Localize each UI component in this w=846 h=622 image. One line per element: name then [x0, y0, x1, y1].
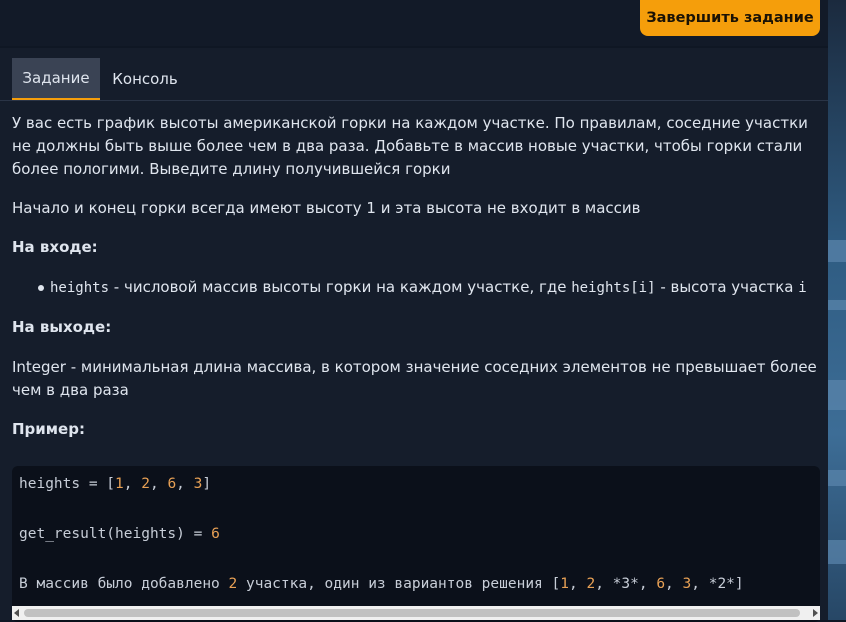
- code-line-3: В массив было добавлено 2 участка, один …: [19, 576, 744, 592]
- top-bar: Завершить задание: [0, 0, 846, 46]
- input-list-item: heights - числовой массив высоты горки н…: [12, 276, 818, 300]
- task-note: Начало и конец горки всегда имеют высоту…: [12, 199, 641, 217]
- finish-task-button[interactable]: Завершить задание: [640, 0, 820, 36]
- input-heading: На входе:: [12, 238, 98, 256]
- code-line-2: get_result(heights) = 6: [19, 526, 220, 542]
- task-panel: Задание Консоль У вас есть график высоты…: [0, 48, 828, 622]
- output-heading: На выходе:: [12, 318, 112, 336]
- bullet: [38, 285, 44, 291]
- example-heading: Пример:: [12, 420, 85, 438]
- horizontal-scrollbar[interactable]: [12, 606, 820, 620]
- scroll-right-icon[interactable]: [813, 609, 818, 617]
- scroll-thumb[interactable]: [24, 609, 800, 617]
- code-line-1: heights = [1, 2, 6, 3]: [19, 476, 212, 492]
- task-intro: У вас есть график высоты американской го…: [12, 114, 808, 178]
- inline-code-i: i: [798, 280, 807, 296]
- inline-code-heights: heights: [50, 280, 110, 296]
- input-text-2: - высота участка: [655, 278, 799, 296]
- scroll-left-icon[interactable]: [14, 609, 19, 617]
- input-text-1: - числовой массив высоты горки на каждом…: [109, 278, 572, 296]
- tab-console[interactable]: Консоль: [100, 58, 190, 100]
- tab-task[interactable]: Задание: [12, 58, 100, 100]
- inline-code-heights-i: heights[i]: [571, 280, 656, 296]
- background-strip: [828, 0, 846, 620]
- tab-bar: Задание Консоль: [0, 48, 828, 101]
- output-text: Integer - минимальная длина массива, в к…: [12, 358, 817, 399]
- example-code-block: heights = [1, 2, 6, 3] get_result(height…: [12, 466, 820, 622]
- task-description: У вас есть график высоты американской го…: [12, 112, 818, 441]
